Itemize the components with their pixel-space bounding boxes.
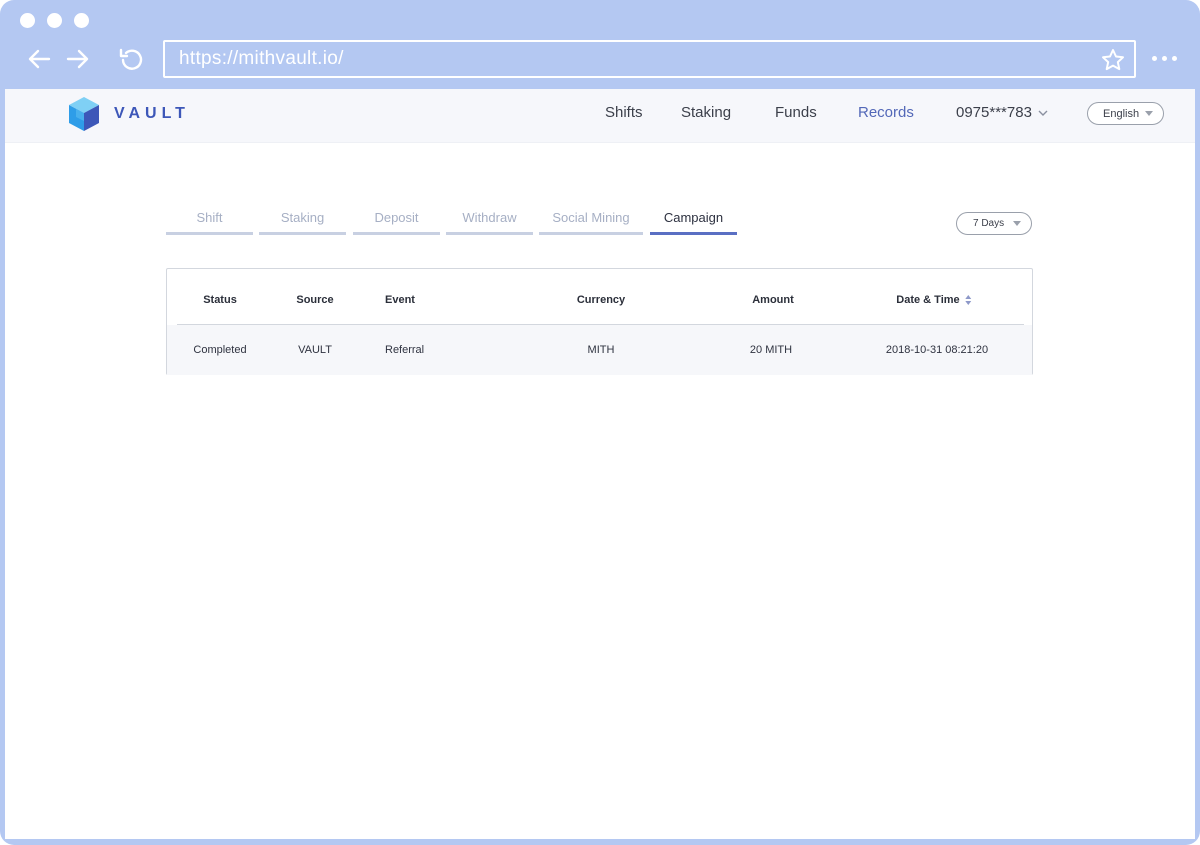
address-bar[interactable]: https://mithvault.io/ bbox=[163, 40, 1136, 78]
maximize-window-dot[interactable] bbox=[74, 13, 89, 28]
forward-arrow-icon[interactable] bbox=[62, 44, 92, 74]
header-source: Source bbox=[296, 294, 334, 306]
cell-date-time: 2018-10-31 08:21:20 bbox=[885, 344, 989, 356]
nav-item-records[interactable]: Records bbox=[858, 104, 914, 121]
table-header: Status Source Event Currency Amount Date… bbox=[167, 269, 1032, 325]
chevron-down-icon bbox=[1038, 110, 1048, 116]
minimize-window-dot[interactable] bbox=[47, 13, 62, 28]
cell-amount: 20 MITH bbox=[749, 344, 793, 356]
back-arrow-icon[interactable] bbox=[25, 44, 55, 74]
date-range-select[interactable]: 7 Days bbox=[956, 212, 1032, 235]
tab-withdraw[interactable]: Withdraw bbox=[446, 208, 533, 235]
date-range-value: 7 Days bbox=[973, 218, 1005, 229]
header-amount: Amount bbox=[752, 294, 794, 306]
language-value: English bbox=[1103, 107, 1140, 120]
tab-staking[interactable]: Staking bbox=[259, 208, 346, 235]
window-controls bbox=[20, 13, 89, 28]
caret-down-icon bbox=[1145, 111, 1153, 116]
reload-icon[interactable] bbox=[116, 44, 146, 74]
bookmark-star-icon[interactable] bbox=[1100, 47, 1126, 73]
caret-down-icon bbox=[1013, 221, 1021, 226]
nav-item-funds[interactable]: Funds bbox=[775, 104, 817, 121]
tab-campaign[interactable]: Campaign bbox=[650, 208, 737, 235]
top-navigation: VAULT Shifts Staking Funds Records 0975*… bbox=[5, 89, 1195, 143]
header-event: Event bbox=[385, 294, 415, 306]
header-currency: Currency bbox=[576, 294, 626, 306]
account-id: 0975***783 bbox=[956, 104, 1032, 121]
language-select[interactable]: English bbox=[1087, 102, 1164, 125]
browser-menu-icon[interactable] bbox=[1152, 56, 1177, 61]
cell-currency: MITH bbox=[587, 344, 615, 356]
logo-text: VAULT bbox=[114, 105, 190, 122]
records-table: Status Source Event Currency Amount Date… bbox=[166, 268, 1033, 375]
cell-status: Completed bbox=[193, 344, 247, 356]
tab-deposit[interactable]: Deposit bbox=[353, 208, 440, 235]
header-date-time-sortable[interactable]: Date & Time bbox=[896, 294, 972, 306]
header-status: Status bbox=[203, 294, 237, 306]
header-date-time: Date & Time bbox=[896, 294, 960, 306]
close-window-dot[interactable] bbox=[20, 13, 35, 28]
tab-shift[interactable]: Shift bbox=[166, 208, 253, 235]
table-row: Completed VAULT Referral MITH 20 MITH 20… bbox=[167, 325, 1032, 375]
sort-icon bbox=[965, 295, 972, 306]
page-viewport: VAULT Shifts Staking Funds Records 0975*… bbox=[5, 89, 1195, 839]
cell-source: VAULT bbox=[298, 344, 332, 356]
browser-window: https://mithvault.io/ VAULT Shifts Staki… bbox=[0, 0, 1200, 845]
url-text[interactable]: https://mithvault.io/ bbox=[179, 48, 344, 70]
nav-item-shifts[interactable]: Shifts bbox=[605, 104, 643, 121]
nav-item-staking[interactable]: Staking bbox=[681, 104, 731, 121]
account-menu[interactable]: 0975***783 bbox=[956, 104, 1048, 121]
tab-social-mining[interactable]: Social Mining bbox=[539, 208, 643, 235]
vault-logo[interactable]: VAULT bbox=[67, 96, 190, 132]
cube-logo-icon bbox=[69, 97, 99, 131]
cell-event: Referral bbox=[385, 344, 425, 356]
